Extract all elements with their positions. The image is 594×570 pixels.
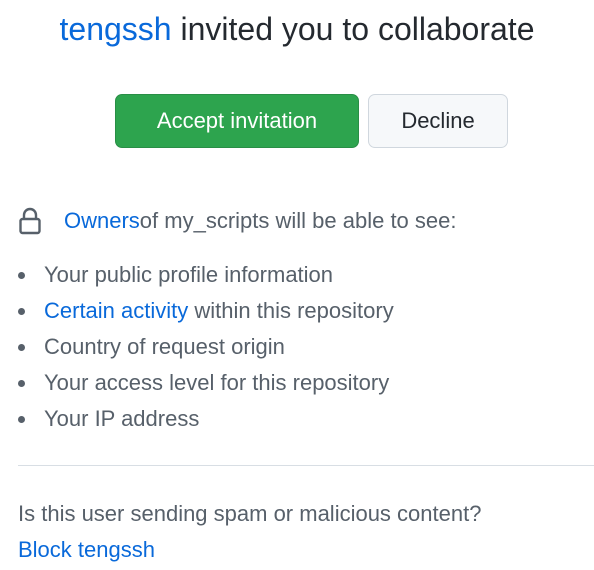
page-title-text: invited you to collaborate	[171, 11, 535, 47]
list-item-text: Country of request origin	[44, 334, 285, 359]
visibility-notice-text: of my_scripts will be able to see:	[139, 208, 457, 233]
visibility-notice: Owners of my_scripts will be able to see…	[18, 206, 457, 236]
certain-activity-link[interactable]: Certain activity	[44, 298, 188, 324]
list-item-text: Your IP address	[44, 406, 200, 431]
list-item: Certain activity within this repository	[18, 293, 394, 329]
list-item: Your access level for this repository	[18, 365, 394, 401]
report-question: Is this user sending spam or malicious c…	[18, 501, 482, 526]
list-item-text: within this repository	[188, 298, 394, 323]
shared-info-list: Your public profile information Certain …	[18, 257, 394, 437]
block-user-link[interactable]: Block tengssh	[18, 535, 155, 565]
bullet-icon	[18, 307, 25, 315]
bullet-icon	[18, 343, 25, 351]
accept-invitation-button[interactable]: Accept invitation	[115, 94, 359, 148]
inviter-user-link[interactable]: tengssh	[60, 11, 172, 47]
invitation-actions: Accept invitation Decline	[115, 94, 508, 148]
list-item: Your IP address	[18, 401, 394, 437]
section-divider	[18, 465, 594, 466]
lock-icon	[18, 207, 42, 235]
list-item-text: Your public profile information	[44, 262, 334, 287]
bullet-icon	[18, 271, 25, 279]
page-title: tengssh invited you to collaborate	[0, 8, 594, 50]
bullet-icon	[18, 379, 25, 387]
list-item-text: Your access level for this repository	[44, 370, 390, 395]
list-item: Country of request origin	[18, 329, 394, 365]
decline-button[interactable]: Decline	[368, 94, 508, 148]
list-item: Your public profile information	[18, 257, 394, 293]
invitation-page: tengssh invited you to collaborate Accep…	[0, 0, 594, 570]
owners-link[interactable]: Owners	[64, 206, 140, 236]
bullet-icon	[18, 415, 25, 423]
